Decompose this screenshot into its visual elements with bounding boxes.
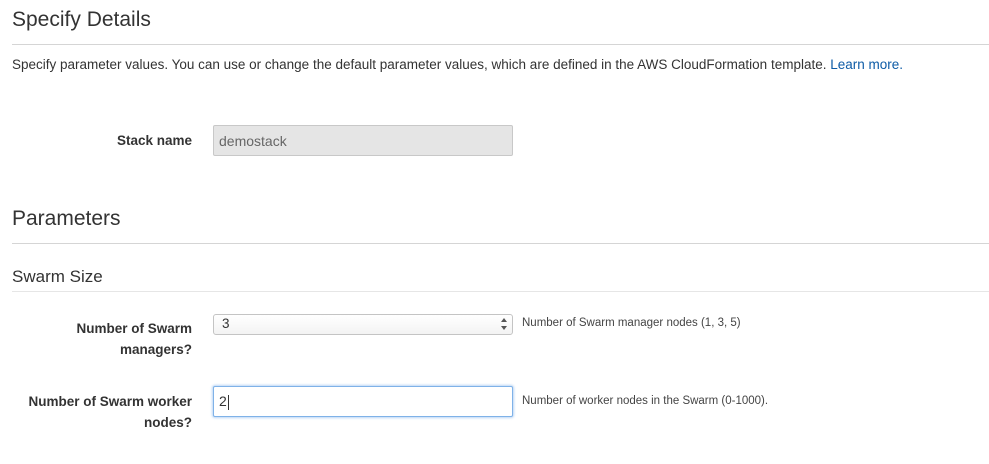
stack-name-input[interactable]	[213, 125, 513, 156]
swarm-size-heading: Swarm Size	[12, 267, 103, 286]
swarm-managers-label-line1: Number of Swarm	[76, 321, 192, 336]
learn-more-link[interactable]: Learn more.	[830, 57, 903, 72]
swarm-workers-hint: Number of worker nodes in the Swarm (0-1…	[522, 395, 769, 407]
swarm-size-divider	[12, 291, 989, 292]
intro-description: Specify parameter values. You can use or…	[12, 57, 827, 72]
swarm-workers-input[interactable]: 2	[213, 386, 513, 417]
swarm-managers-select[interactable]: 3	[213, 314, 513, 335]
swarm-managers-label-line2: managers?	[119, 342, 192, 357]
swarm-workers-value: 2	[219, 393, 227, 409]
parameters-divider	[12, 243, 989, 244]
text-caret	[227, 394, 229, 410]
title-divider	[12, 44, 989, 45]
swarm-managers-label: Number of Swarm managers?	[0, 318, 192, 360]
swarm-workers-label-line1: Number of Swarm worker	[28, 394, 192, 409]
page-title: Specify Details	[12, 8, 151, 31]
swarm-workers-label: Number of Swarm worker nodes?	[0, 391, 192, 433]
swarm-managers-selected-value: 3	[222, 316, 230, 331]
parameters-heading: Parameters	[12, 207, 121, 230]
swarm-workers-label-line2: nodes?	[143, 415, 192, 430]
intro-text: Specify parameter values. You can use or…	[12, 56, 903, 74]
stack-name-label: Stack name	[116, 133, 192, 148]
swarm-managers-hint: Number of Swarm manager nodes (1, 3, 5)	[522, 317, 741, 329]
select-updown-icon	[501, 318, 507, 330]
